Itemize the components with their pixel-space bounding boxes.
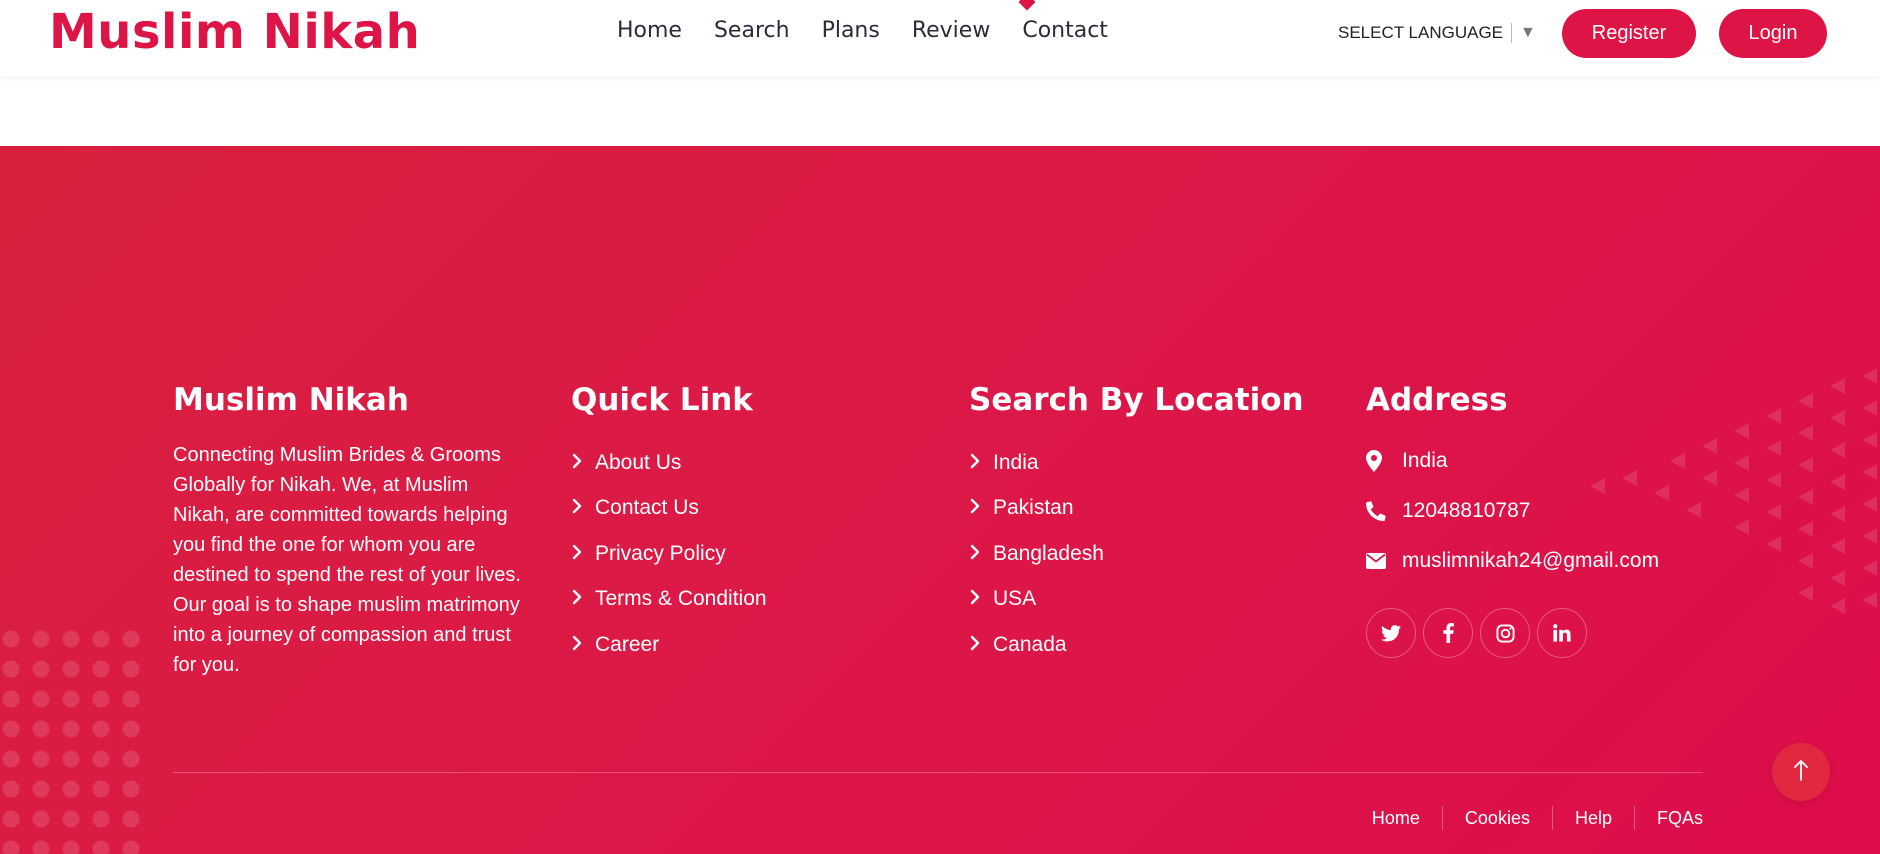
- dot-pattern-decoration: [0, 624, 140, 854]
- location-label: Pakistan: [993, 496, 1074, 520]
- envelope-icon: [1366, 553, 1402, 569]
- linkedin-icon[interactable]: [1537, 608, 1587, 658]
- quick-link-label: Terms & Condition: [595, 587, 767, 611]
- site-footer: Muslim Nikah Connecting Muslim Brides & …: [0, 146, 1880, 854]
- footer-locations: Search By Location India Pakistan Bangla…: [969, 382, 1304, 668]
- language-select-label: SELECT LANGUAGE: [1338, 23, 1504, 42]
- quick-link-privacy-policy[interactable]: Privacy Policy: [571, 531, 767, 577]
- footer-divider: [173, 772, 1703, 773]
- location-label: Bangladesh: [993, 541, 1104, 565]
- address-location: India: [1366, 436, 1659, 486]
- scroll-to-top-button[interactable]: [1772, 743, 1830, 801]
- login-button[interactable]: Login: [1719, 9, 1827, 58]
- quick-links-title: Quick Link: [571, 382, 753, 418]
- address-phone[interactable]: 12048810787: [1366, 486, 1659, 536]
- footer-bottom-links: Home Cookies Help FQAs: [1350, 806, 1703, 830]
- nav-review[interactable]: Review: [912, 18, 991, 43]
- quick-link-about-us[interactable]: About Us: [571, 440, 767, 486]
- address-email-text: muslimnikah24@gmail.com: [1402, 549, 1660, 572]
- nav-home[interactable]: Home: [617, 18, 682, 43]
- nav-contact[interactable]: Contact: [1022, 18, 1108, 43]
- bottom-link-help[interactable]: Help: [1553, 808, 1634, 829]
- social-links: [1366, 608, 1659, 658]
- active-nav-marker: [1018, 0, 1036, 11]
- chevron-right-icon: [571, 496, 595, 520]
- site-header: Muslim Nikah Home Search Plans Review Co…: [0, 0, 1880, 76]
- quick-link-label: About Us: [595, 450, 682, 474]
- quick-link-contact-us[interactable]: Contact Us: [571, 486, 767, 532]
- nav-search[interactable]: Search: [714, 18, 790, 43]
- address-title: Address: [1366, 382, 1508, 418]
- footer-quick-links: Quick Link About Us Contact Us Privacy P…: [571, 382, 767, 668]
- footer-about-title: Muslim Nikah: [173, 382, 409, 418]
- address-email[interactable]: muslimnikah24@gmail.com: [1366, 536, 1659, 586]
- chevron-right-icon: [571, 633, 595, 657]
- language-select[interactable]: SELECT LANGUAGE ▼: [1338, 23, 1536, 43]
- location-link-usa[interactable]: USA: [969, 577, 1304, 623]
- location-link-india[interactable]: India: [969, 440, 1304, 486]
- quick-link-label: Career: [595, 632, 660, 656]
- footer-about-text: Connecting Muslim Brides & Grooms Global…: [173, 444, 521, 676]
- phone-icon: [1366, 501, 1402, 521]
- quick-link-career[interactable]: Career: [571, 622, 767, 668]
- chevron-right-icon: [571, 542, 595, 566]
- chevron-right-icon: [571, 451, 595, 475]
- nav-plans[interactable]: Plans: [822, 18, 880, 43]
- caret-down-icon: ▼: [1520, 24, 1536, 41]
- chevron-right-icon: [969, 587, 993, 611]
- locations-title: Search By Location: [969, 382, 1304, 418]
- chevron-right-icon: [571, 587, 595, 611]
- location-label: India: [993, 450, 1039, 474]
- quick-link-terms[interactable]: Terms & Condition: [571, 577, 767, 623]
- main-nav: Home Search Plans Review Contact: [617, 18, 1108, 43]
- twitter-icon[interactable]: [1366, 608, 1416, 658]
- address-phone-text: 12048810787: [1402, 499, 1531, 522]
- location-label: Canada: [993, 632, 1067, 656]
- location-link-pakistan[interactable]: Pakistan: [969, 486, 1304, 532]
- chevron-right-icon: [969, 633, 993, 657]
- chevron-right-icon: [969, 542, 993, 566]
- location-link-canada[interactable]: Canada: [969, 622, 1304, 668]
- location-link-bangladesh[interactable]: Bangladesh: [969, 531, 1304, 577]
- chevron-right-icon: [969, 496, 993, 520]
- bottom-link-fqas[interactable]: FQAs: [1635, 808, 1703, 829]
- map-pin-icon: [1366, 450, 1402, 472]
- address-location-text: India: [1402, 449, 1448, 472]
- bottom-link-home[interactable]: Home: [1350, 808, 1442, 829]
- facebook-icon[interactable]: [1423, 608, 1473, 658]
- footer-address: Address India 12048810787 muslimnikah24@…: [1366, 382, 1659, 658]
- site-logo[interactable]: Muslim Nikah: [49, 4, 420, 60]
- location-label: USA: [993, 587, 1037, 611]
- footer-about: Muslim Nikah Connecting Muslim Brides & …: [173, 382, 523, 680]
- chevron-right-icon: [969, 451, 993, 475]
- arrow-up-icon: [1793, 759, 1809, 786]
- quick-link-label: Contact Us: [595, 496, 699, 520]
- language-separator: [1511, 23, 1513, 43]
- instagram-icon[interactable]: [1480, 608, 1530, 658]
- bottom-link-cookies[interactable]: Cookies: [1443, 808, 1552, 829]
- quick-link-label: Privacy Policy: [595, 541, 726, 565]
- register-button[interactable]: Register: [1562, 9, 1696, 58]
